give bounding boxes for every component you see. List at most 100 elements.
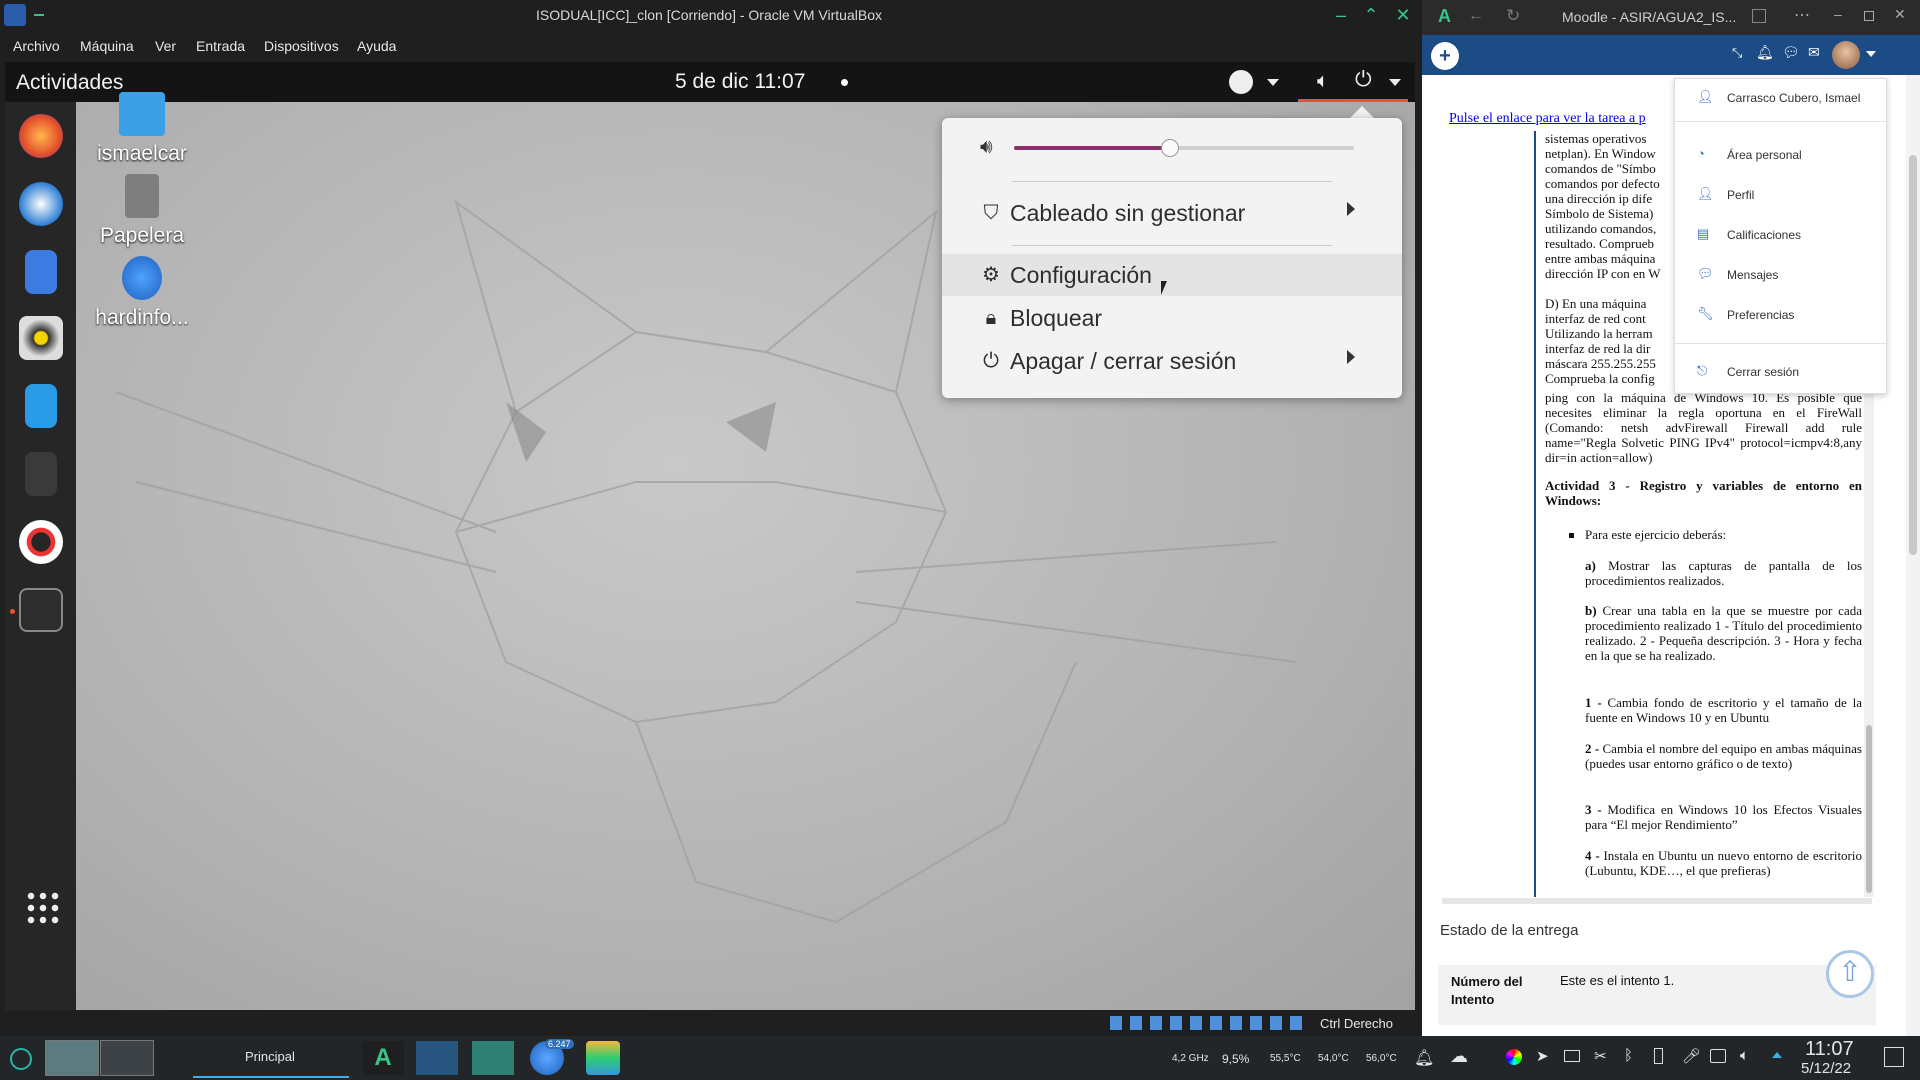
scroll-to-top-icon[interactable]: ⇧ xyxy=(1826,950,1874,998)
task-virtualbox-icon[interactable] xyxy=(416,1041,458,1075)
task-atom-icon[interactable]: A xyxy=(362,1041,404,1075)
screen-icon[interactable] xyxy=(1564,1050,1580,1062)
rhythmbox-icon[interactable] xyxy=(19,316,63,360)
battery-icon[interactable] xyxy=(1654,1048,1663,1064)
lock-item[interactable]: 🔒︎ Bloquear xyxy=(942,297,1402,339)
network-item[interactable]: ⛉ Cableado sin gestionar xyxy=(942,192,1402,234)
desktop-icon-trash[interactable]: Papelera xyxy=(82,174,202,248)
dd-logout[interactable]: ⎋ Cerrar sesión xyxy=(1675,357,1888,387)
back-icon[interactable]: ← xyxy=(1468,7,1484,25)
reload-icon[interactable]: ↻ xyxy=(1506,6,1520,26)
text-block-upper: sistemas operativos netplan). En Window … xyxy=(1545,131,1665,386)
menu-archivo[interactable]: Archivo xyxy=(13,38,60,54)
power-item[interactable]: ⏻ Apagar / cerrar sesión xyxy=(942,340,1402,382)
show-apps-icon[interactable] xyxy=(25,890,59,924)
volume-slider-knob[interactable] xyxy=(1161,139,1180,157)
speaker-icon[interactable]: 🔈︎ xyxy=(1317,70,1329,93)
dd-label: Cerrar sesión xyxy=(1727,365,1800,379)
menu-ver[interactable]: Ver xyxy=(155,38,176,54)
more-icon[interactable]: ⋯ xyxy=(1794,5,1810,25)
tray-expand-icon[interactable] xyxy=(1772,1052,1782,1058)
scissors-icon[interactable]: ✂ xyxy=(1594,1047,1607,1065)
bell-icon[interactable]: 🔔︎ xyxy=(1756,44,1774,61)
desktop-pager-2[interactable] xyxy=(100,1040,154,1076)
dd-area-personal[interactable]: ◔ Área personal xyxy=(1675,140,1888,170)
gnome-clock[interactable]: 5 de dic 11:07 xyxy=(675,70,805,94)
close-icon[interactable]: ✕ xyxy=(1894,6,1906,23)
menu-entrada[interactable]: Entrada xyxy=(196,38,245,54)
mail-icon[interactable]: ✉ xyxy=(1808,44,1820,61)
system-chevron-down-icon[interactable] xyxy=(1389,79,1401,86)
terminal-icon[interactable] xyxy=(19,588,63,632)
avatar-chevron-down-icon[interactable] xyxy=(1866,51,1876,57)
task-terminal-icon[interactable] xyxy=(472,1041,514,1075)
settings-item[interactable]: ⚙ Configuración xyxy=(942,254,1402,296)
help-icon[interactable] xyxy=(19,520,63,564)
dd-perfil[interactable]: 👤︎ Perfil xyxy=(1675,180,1888,210)
writer-icon[interactable] xyxy=(25,384,57,428)
dashboard-icon: ◔ xyxy=(1697,146,1705,161)
menu-maquina[interactable]: Máquina xyxy=(80,38,134,54)
horizontal-scrollbar[interactable] xyxy=(1442,898,1872,904)
inner-scrollbar-thumb[interactable] xyxy=(1866,725,1872,893)
user-name-item[interactable]: 👤︎ Carrasco Cubero, Ismael xyxy=(1675,83,1888,113)
ping-paragraph: ping con la máquina de Windows 10. Es po… xyxy=(1545,390,1862,465)
thunderbird-icon[interactable] xyxy=(19,182,63,226)
cloud-sync-icon[interactable]: ☁ xyxy=(1450,1046,1468,1067)
page-scrollbar[interactable] xyxy=(1906,75,1920,1036)
taskbar-date[interactable]: 5/12/22 xyxy=(1801,1060,1851,1077)
software-icon[interactable] xyxy=(25,452,57,496)
task-layers-icon[interactable] xyxy=(586,1041,620,1075)
dd-calificaciones[interactable]: ▤ Calificaciones xyxy=(1675,220,1888,250)
task-link[interactable]: Pulse el enlace para ver la tarea a p xyxy=(1449,111,1646,127)
text-line: entre ambas máquina xyxy=(1545,251,1656,266)
firefox-icon[interactable] xyxy=(19,114,63,158)
profile-icon: 👤︎ xyxy=(1697,186,1714,201)
accessibility-chevron-down-icon[interactable] xyxy=(1267,79,1279,86)
grades-icon: ▤ xyxy=(1697,226,1710,241)
color-picker-icon[interactable] xyxy=(1506,1049,1522,1065)
minimize-icon[interactable]: – xyxy=(1328,2,1354,28)
brand-a-icon[interactable]: A xyxy=(1438,6,1451,27)
activity-principal[interactable]: Principal xyxy=(193,1038,349,1078)
reader-icon[interactable] xyxy=(1752,9,1766,23)
dd-preferencias[interactable]: 🔧︎ Preferencias xyxy=(1675,300,1888,330)
app-launcher-icon[interactable] xyxy=(10,1048,32,1070)
vbox-menubar: Archivo Máquina Ver Entrada Dispositivos… xyxy=(0,30,1418,60)
text-line: máscara 255.255.255 xyxy=(1545,356,1656,371)
lock-icon: 🔒︎ xyxy=(985,307,997,329)
bluetooth-icon[interactable]: ᛒ xyxy=(1624,1047,1633,1064)
volume-slider[interactable] xyxy=(1014,139,1354,157)
notifications-bell-icon[interactable]: 🔔︎ xyxy=(1414,1048,1434,1068)
maximize-icon[interactable] xyxy=(1864,11,1874,21)
expand-icon[interactable]: ⤡ xyxy=(1732,45,1742,61)
taskbar-time[interactable]: 11:07 xyxy=(1805,1038,1854,1061)
dd-mensajes[interactable]: 💬︎ Mensajes xyxy=(1675,260,1888,290)
chat-icon[interactable]: 💬︎ xyxy=(1782,44,1800,61)
microphone-icon[interactable]: 🎤︎ xyxy=(1682,1047,1701,1065)
add-icon[interactable]: + xyxy=(1431,42,1459,70)
menu-dispositivos[interactable]: Dispositivos xyxy=(264,38,339,54)
accessibility-icon[interactable] xyxy=(1229,70,1253,94)
close-icon[interactable]: ✕ xyxy=(1390,2,1416,28)
page-scrollbar-thumb[interactable] xyxy=(1909,155,1917,555)
maximize-icon[interactable]: ⌃ xyxy=(1358,2,1384,28)
volume-tray-icon[interactable]: 🔈︎ xyxy=(1740,1047,1749,1064)
send-icon[interactable]: ➤ xyxy=(1536,1047,1549,1065)
desktop-pager-1[interactable] xyxy=(45,1040,99,1076)
guest-screen[interactable]: Actividades 5 de dic 11:07 🔈︎ ⏻ ismaelca… xyxy=(5,62,1415,1010)
avatar[interactable] xyxy=(1832,41,1860,69)
menu-ayuda[interactable]: Ayuda xyxy=(357,38,396,54)
desktop-icon-home[interactable]: ismaelcar xyxy=(82,92,202,166)
power-icon[interactable]: ⏻ xyxy=(1355,68,1372,92)
files-icon[interactable] xyxy=(25,250,57,294)
show-desktop-icon[interactable] xyxy=(1884,1047,1904,1067)
disk-icon[interactable] xyxy=(1710,1049,1726,1063)
item-1-label: 1 - xyxy=(1585,695,1602,710)
desktop-icon-hardinfo[interactable]: hardinfo... xyxy=(82,256,202,330)
vbox-status-icons[interactable] xyxy=(1110,1016,1310,1030)
item-a: a) Mostrar las capturas de pantalla de l… xyxy=(1585,558,1862,588)
system-menu: 🔊︎ ⛉ Cableado sin gestionar ⚙ Configurac… xyxy=(942,118,1402,398)
text-line: resultado. Comprueb xyxy=(1545,236,1655,251)
minimize-icon[interactable]: – xyxy=(1834,6,1842,22)
